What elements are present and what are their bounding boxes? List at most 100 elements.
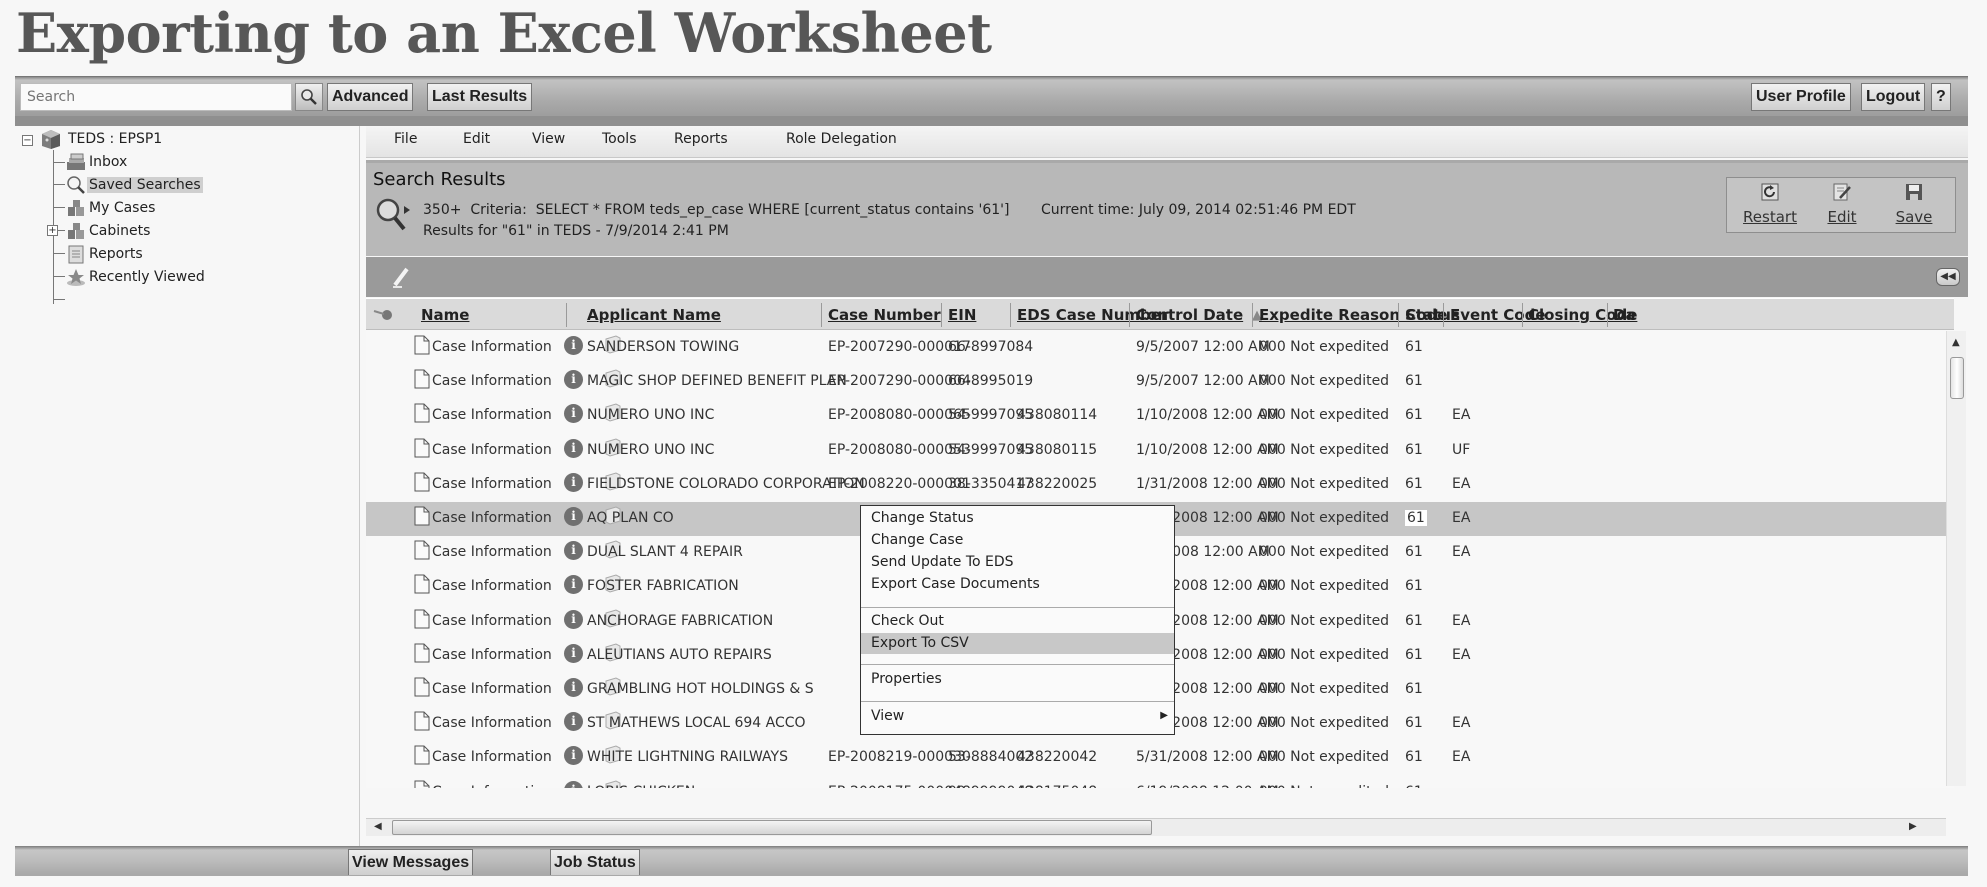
column-header-date[interactable]: Da <box>1613 306 1636 324</box>
menu-item-export-to-csv[interactable]: Export To CSV <box>861 633 1174 654</box>
scroll-right-icon[interactable]: ▶ <box>1909 821 1917 832</box>
cell-status: 61 <box>1405 784 1423 788</box>
info-icon[interactable]: i <box>564 712 583 732</box>
save-search-button[interactable]: Save <box>1879 182 1949 226</box>
search-results-header: Search Results 350+ Criteria: SELECT * F… <box>366 160 1968 256</box>
menu-item-view[interactable]: View ▶ <box>861 706 1174 727</box>
cell-expedite-reason-code: 000 Not expedited <box>1259 578 1390 595</box>
menu-item-export-case-documents[interactable]: Export Case Documents <box>861 574 1174 595</box>
tree-item-saved-searches[interactable]: Saved Searches <box>65 174 203 196</box>
cell-name[interactable]: Case Information <box>432 510 552 526</box>
cell-event-code: EA <box>1452 475 1471 492</box>
menu-item-send-update-to-eds[interactable]: Send Update To EDS <box>861 552 1174 573</box>
info-icon[interactable]: i <box>564 643 583 663</box>
table-row[interactable]: Case Information i FIELDSTONE COLORADO COR… <box>366 468 1954 502</box>
search-details-toggle-icon[interactable] <box>374 197 418 233</box>
cell-name[interactable]: Case Information <box>432 681 552 697</box>
menu-tools[interactable]: Tools <box>602 131 637 147</box>
tree-root[interactable]: TEDS : EPSP1 <box>39 128 164 150</box>
collapse-icon[interactable]: − <box>22 135 33 146</box>
horizontal-scroll-thumb[interactable] <box>392 820 1152 835</box>
cell-control-date: 1/31/2008 12:00 AM <box>1136 475 1279 492</box>
info-icon[interactable]: i <box>564 370 583 390</box>
cell-name[interactable]: Case Information <box>432 613 552 629</box>
pencil-icon[interactable] <box>390 265 412 289</box>
menu-view[interactable]: View <box>532 131 565 147</box>
info-icon[interactable]: i <box>564 404 583 424</box>
tree-item-inbox[interactable]: Inbox <box>65 151 129 173</box>
user-profile-button[interactable]: User Profile <box>1751 83 1851 111</box>
vertical-scroll-thumb[interactable] <box>1950 357 1964 399</box>
scroll-up-icon[interactable]: ▲ <box>1952 337 1960 348</box>
cell-name[interactable]: Case Information <box>432 578 552 594</box>
column-header-name[interactable]: Name <box>421 306 469 324</box>
info-icon[interactable]: i <box>564 507 583 526</box>
column-header-applicant-name[interactable]: Applicant Name <box>587 306 721 324</box>
info-icon[interactable]: i <box>564 541 583 561</box>
cell-name[interactable]: Case Information <box>432 544 552 560</box>
advanced-button[interactable]: Advanced <box>327 83 414 111</box>
tree-item-cabinets[interactable]: Cabinets <box>65 220 152 242</box>
logout-button[interactable]: Logout <box>1861 83 1926 111</box>
info-icon[interactable]: i <box>564 609 583 629</box>
info-icon[interactable]: i <box>564 575 583 595</box>
info-icon[interactable]: i <box>564 746 583 766</box>
cell-name[interactable]: Case Information <box>432 476 552 492</box>
info-icon[interactable]: i <box>564 780 583 788</box>
table-row[interactable]: Case Information i WHITE LIGHTNING RAILWAY… <box>366 741 1954 775</box>
cell-applicant-name: FOSTER FABRICATION <box>587 578 739 595</box>
tree-item-label: My Cases <box>89 200 156 216</box>
search-input[interactable] <box>20 83 292 111</box>
menu-edit[interactable]: Edit <box>463 131 490 147</box>
table-row[interactable]: Case Information i MAGIC SHOP DEFINED BENE… <box>366 365 1954 399</box>
cell-event-code: UF <box>1452 441 1471 458</box>
cell-ein: 66-8995019 <box>948 373 1034 390</box>
last-results-button[interactable]: Last Results <box>427 83 533 111</box>
first-page-button[interactable]: ◀◀ <box>1936 268 1960 286</box>
cell-name[interactable]: Case Information <box>432 784 552 788</box>
tree-item-recently-viewed[interactable]: Recently Viewed <box>65 266 207 288</box>
menu-reports[interactable]: Reports <box>674 131 728 147</box>
cell-name[interactable]: Case Information <box>432 749 552 765</box>
menu-item-change-case[interactable]: Change Case <box>861 530 1174 551</box>
cell-status: 61 <box>1405 339 1423 355</box>
info-icon[interactable]: i <box>564 472 583 492</box>
cell-status: 61 <box>1405 681 1423 697</box>
menu-item-check-out[interactable]: Check Out <box>861 611 1174 632</box>
vertical-scrollbar[interactable]: ▲ <box>1946 331 1966 786</box>
column-header-ein[interactable]: EIN <box>948 306 976 324</box>
help-button[interactable]: ? <box>1931 83 1951 111</box>
view-messages-button[interactable]: View Messages <box>348 849 474 875</box>
menu-role-delegation[interactable]: Role Delegation <box>786 131 897 147</box>
info-icon[interactable]: i <box>564 438 583 458</box>
bottom-bar: View Messages Job Status <box>15 846 1968 876</box>
search-button[interactable] <box>295 83 323 111</box>
expand-icon[interactable]: + <box>47 225 58 236</box>
cell-name[interactable]: Case Information <box>432 339 552 355</box>
horizontal-scrollbar[interactable]: ◀ ▶ <box>366 818 1946 836</box>
info-icon[interactable]: i <box>564 678 583 697</box>
cell-name[interactable]: Case Information <box>432 647 552 663</box>
table-row[interactable]: Case Information i NUMERO UNO INC EP-200808… <box>366 434 1954 468</box>
table-row[interactable]: Case Information i SANDERSON TOWING EP-2007… <box>366 331 1954 365</box>
column-header-case-number[interactable]: Case Number <box>828 306 941 324</box>
cell-name[interactable]: Case Information <box>432 715 552 731</box>
cell-name[interactable]: Case Information <box>432 442 552 458</box>
restart-button[interactable]: Restart <box>1735 182 1805 226</box>
tree-item-my-cases[interactable]: My Cases <box>65 197 157 219</box>
menu-item-change-status[interactable]: Change Status <box>861 508 1174 529</box>
table-row[interactable]: Case InformationiLORIS CHICKENEP-2008175… <box>366 776 1954 788</box>
info-icon[interactable]: i <box>564 336 583 355</box>
column-header-control-date[interactable]: Control Date <box>1136 306 1243 324</box>
job-status-button[interactable]: Job Status <box>550 849 640 875</box>
tree-item-reports[interactable]: Reports <box>65 243 145 265</box>
cell-name[interactable]: Case Information <box>432 407 552 423</box>
menu-file[interactable]: File <box>394 131 417 147</box>
table-row[interactable]: Case Information i NUMERO UNO INC EP-200808… <box>366 399 1954 433</box>
menu-item-properties[interactable]: Properties <box>861 669 1174 690</box>
cell-name[interactable]: Case Information <box>432 373 552 389</box>
scroll-left-icon[interactable]: ◀ <box>374 821 382 832</box>
top-toolbar: Advanced Last Results User Profile Logou… <box>15 76 1968 116</box>
edit-search-button[interactable]: Edit <box>1807 182 1877 226</box>
cell-applicant-name: FIELDSTONE COLORADO CORPORATION <box>587 475 865 492</box>
